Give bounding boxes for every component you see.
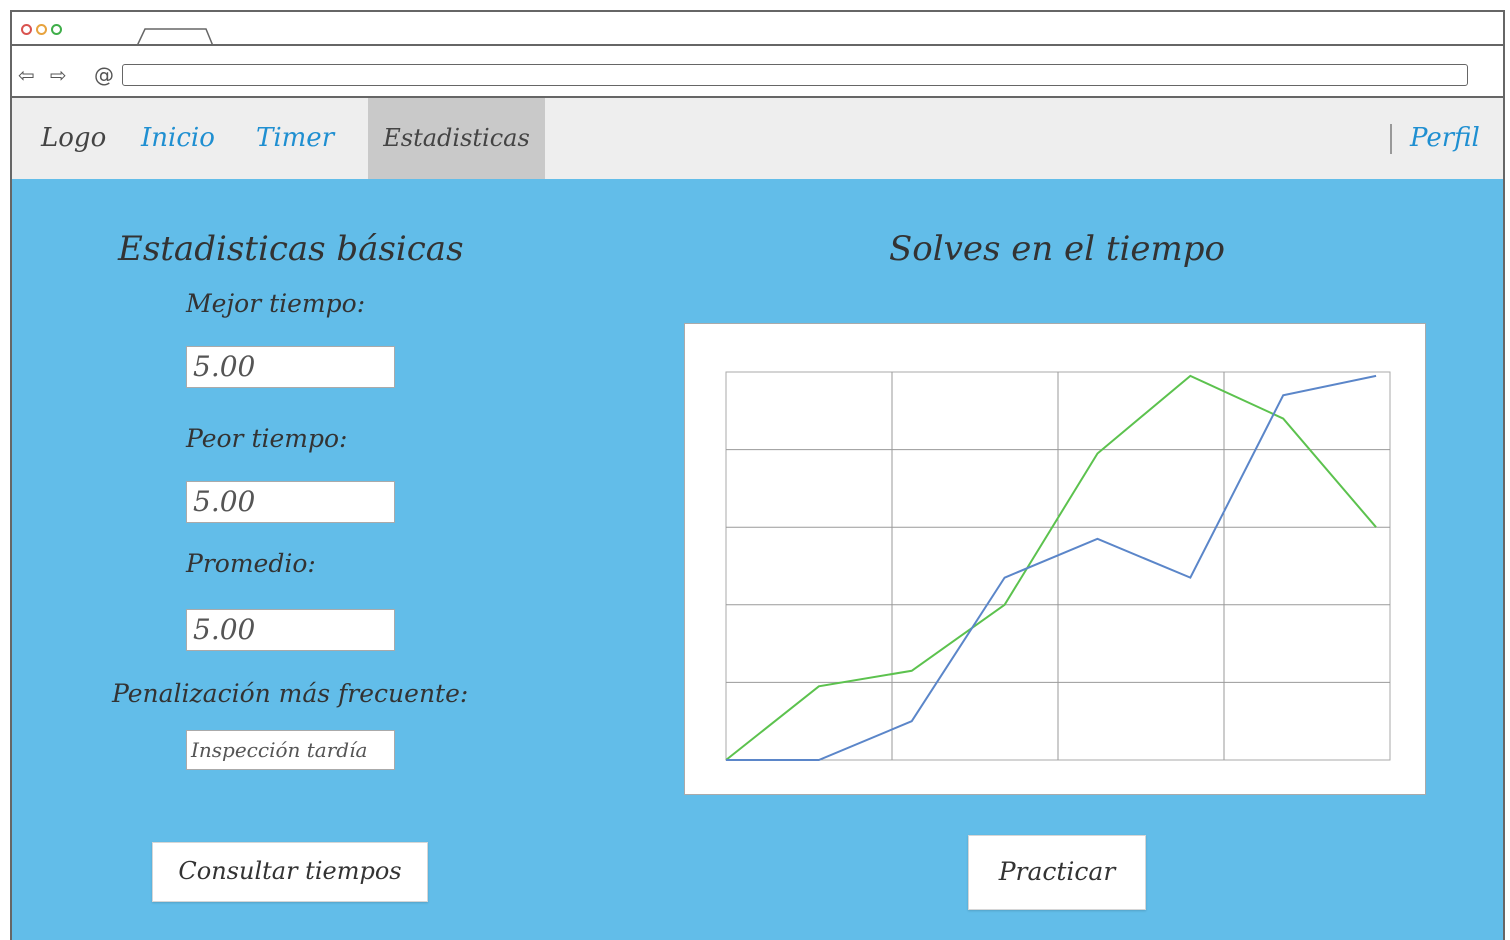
nav-item-inicio[interactable]: Inicio: [141, 98, 215, 179]
penalty-value: Inspección tardía: [186, 730, 395, 770]
chart-panel: [684, 323, 1426, 795]
solves-line-chart: [725, 371, 1391, 761]
at-icon: @: [94, 63, 114, 87]
back-arrow-icon[interactable]: ⇦: [18, 65, 35, 85]
forward-arrow-icon[interactable]: ⇨: [50, 65, 67, 85]
nav-divider: [1390, 124, 1392, 154]
nav-item-perfil[interactable]: Perfil: [1410, 98, 1480, 179]
logo: Logo: [41, 123, 107, 153]
worst-time-value: 5.00: [186, 481, 395, 523]
nav-item-timer[interactable]: Timer: [256, 98, 334, 179]
maximize-window-icon[interactable]: [51, 24, 62, 35]
main-content: Estadisticas básicas Mejor tiempo: 5.00 …: [12, 179, 1503, 940]
window-controls: [21, 24, 62, 35]
browser-tab[interactable]: [136, 27, 214, 46]
chart-title: Solves en el tiempo: [889, 229, 1225, 269]
address-bar: ⇦ ⇨ @: [12, 46, 1503, 98]
worst-time-label: Peor tiempo:: [186, 424, 348, 453]
average-label: Promedio:: [186, 549, 316, 578]
best-time-label: Mejor tiempo:: [186, 289, 366, 318]
close-window-icon[interactable]: [21, 24, 32, 35]
url-input[interactable]: [122, 64, 1468, 86]
nav-item-estadisticas[interactable]: Estadisticas: [368, 98, 545, 179]
minimize-window-icon[interactable]: [36, 24, 47, 35]
average-value: 5.00: [186, 609, 395, 651]
nav-bar: Logo Inicio Timer Estadisticas Perfil: [12, 98, 1503, 179]
title-bar: [12, 12, 1503, 46]
penalty-label: Penalización más frecuente:: [112, 679, 469, 708]
practice-button[interactable]: Practicar: [968, 835, 1146, 910]
consult-times-button[interactable]: Consultar tiempos: [152, 842, 428, 902]
best-time-value: 5.00: [186, 346, 395, 388]
browser-window: ⇦ ⇨ @ Logo Inicio Timer Estadisticas Per…: [10, 10, 1505, 940]
